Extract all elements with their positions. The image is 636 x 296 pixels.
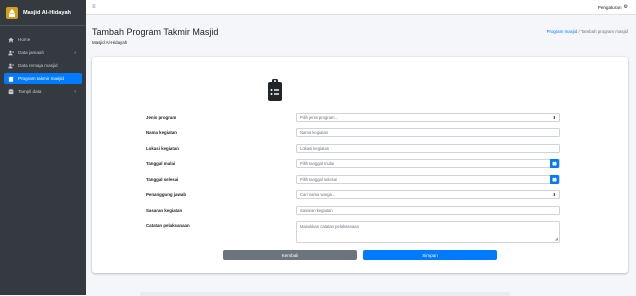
lokasi-kegiatan-placeholder: Lokasi kegiatan — [300, 145, 330, 151]
form-row-tanggal-selesai: Tanggal selesai Pilih tanggal selesai — [146, 174, 560, 184]
form-row-nama-kegiatan: Nama kegiatan Nama kegiatan — [146, 127, 560, 137]
sidebar: Masjid Al-Hidayah Home Data jamaah ‹ Dat… — [0, 0, 86, 295]
breadcrumb: Program masjid / Tambah program masjid — [547, 29, 628, 34]
calendar-icon[interactable] — [550, 174, 559, 184]
sidebar-item-label: Tampil data — [18, 89, 42, 94]
calendar-icon[interactable] — [550, 158, 559, 168]
tanggal-mulai-label: Tanggal mulai — [146, 160, 176, 166]
sidebar-item-label: Data jamaah — [18, 50, 45, 55]
gear-icon: ⚙ — [623, 4, 628, 10]
page-title: Tambah Program Takmir Masjid — [92, 27, 219, 37]
tanggal-selesai-placeholder: Pilih tanggal selesai — [300, 176, 338, 182]
database-icon — [8, 88, 14, 95]
clipboard-list-icon — [268, 79, 282, 101]
chevron-left-icon: ‹ — [74, 88, 76, 95]
brand[interactable]: Masjid Al-Hidayah — [0, 0, 86, 26]
chevron-down-icon: ⬍ — [552, 191, 556, 197]
home-icon — [8, 37, 14, 43]
form-row-jenis-program: Jenis program Pilih jenis program... ⬍ — [146, 112, 560, 122]
jenis-program-select[interactable]: Pilih jenis program... ⬍ — [296, 112, 560, 122]
brand-name: Masjid Al-Hidayah — [23, 9, 71, 16]
breadcrumb-link-program-masjid[interactable]: Program masjid — [547, 29, 578, 34]
chevron-left-icon: ‹ — [74, 49, 76, 56]
catatan-pelaksanaan-placeholder: Masukkan catatan pelaksanaan — [300, 224, 359, 229]
sidebar-item-data-jamaah[interactable]: Data jamaah ‹ — [4, 47, 82, 58]
sidebar-item-label: Home — [18, 37, 31, 42]
sasaran-kegiatan-placeholder: Sasaran kegiatan — [300, 207, 333, 213]
penanggung-jawab-select[interactable]: Cari nama warga... ⬍ — [296, 189, 560, 199]
form-row-tanggal-mulai: Tanggal mulai Pilih tanggal mulai — [146, 158, 560, 168]
form-row-lokasi-kegiatan: Lokasi kegiatan Lokasi kegiatan — [146, 143, 560, 153]
user-plus-icon — [8, 63, 14, 69]
sasaran-kegiatan-input[interactable]: Sasaran kegiatan — [296, 205, 560, 215]
sidebar-item-program-takmir[interactable]: Program takmir masjid — [4, 73, 82, 84]
catatan-pelaksanaan-textarea[interactable]: Masukkan catatan pelaksanaan ◢ — [296, 221, 560, 243]
form-row-penanggung-jawab: Penanggung jawab Cari nama warga... ⬍ — [146, 189, 560, 199]
tanggal-mulai-input[interactable]: Pilih tanggal mulai — [296, 158, 560, 168]
lokasi-kegiatan-label: Lokasi kegiatan — [146, 145, 179, 151]
chevron-down-icon: ⬍ — [552, 114, 556, 120]
settings-menu[interactable]: Pengaturan ⚙ — [598, 4, 628, 10]
settings-label: Pengaturan — [597, 4, 622, 10]
save-button[interactable]: Simpan — [363, 250, 497, 260]
lokasi-kegiatan-input[interactable]: Lokasi kegiatan — [296, 143, 560, 153]
page-subtitle: Masjid Al-Hidayah — [92, 40, 128, 45]
jenis-program-value: Pilih jenis program... — [300, 114, 338, 120]
sidebar-item-label: Data remaja masjid — [18, 63, 58, 68]
catatan-pelaksanaan-label: Catatan pelaksanaan — [146, 223, 190, 228]
tanggal-selesai-input[interactable]: Pilih tanggal selesai — [296, 174, 560, 184]
nama-kegiatan-placeholder: Nama kegiatan — [300, 129, 329, 135]
sidebar-item-data-remaja[interactable]: Data remaja masjid — [4, 60, 82, 71]
user-plus-icon — [8, 50, 14, 56]
tanggal-mulai-placeholder: Pilih tanggal mulai — [300, 160, 334, 166]
menu-toggle-icon[interactable]: ≡ — [92, 4, 96, 10]
footer-bar — [140, 292, 510, 296]
sidebar-item-home[interactable]: Home — [4, 34, 82, 45]
sidebar-item-tampil-data[interactable]: Tampil data ‹ — [4, 86, 82, 97]
sidebar-item-label: Program takmir masjid — [18, 76, 64, 81]
form-row-catatan-pelaksanaan: Catatan pelaksanaan Masukkan catatan pel… — [146, 221, 560, 243]
nama-kegiatan-label: Nama kegiatan — [146, 129, 177, 135]
mosque-logo-icon — [6, 6, 18, 19]
penanggung-jawab-value: Cari nama warga... — [300, 191, 336, 197]
sidebar-nav: Home Data jamaah ‹ Data remaja masjid Pr… — [0, 26, 86, 97]
nama-kegiatan-input[interactable]: Nama kegiatan — [296, 127, 560, 137]
back-button[interactable]: Kembali — [223, 250, 357, 260]
clipboard-icon — [8, 76, 14, 82]
breadcrumb-current: / Tambah program masjid — [577, 29, 628, 34]
form-row-sasaran-kegiatan: Sasaran kegiatan Sasaran kegiatan — [146, 205, 560, 215]
resize-handle-icon[interactable]: ◢ — [555, 236, 558, 241]
tanggal-selesai-label: Tanggal selesai — [146, 176, 179, 182]
sasaran-kegiatan-label: Sasaran kegiatan — [146, 207, 183, 213]
penanggung-jawab-label: Penanggung jawab — [146, 191, 187, 197]
jenis-program-label: Jenis program — [146, 114, 177, 120]
top-navbar: ≡ Pengaturan ⚙ — [86, 0, 636, 15]
